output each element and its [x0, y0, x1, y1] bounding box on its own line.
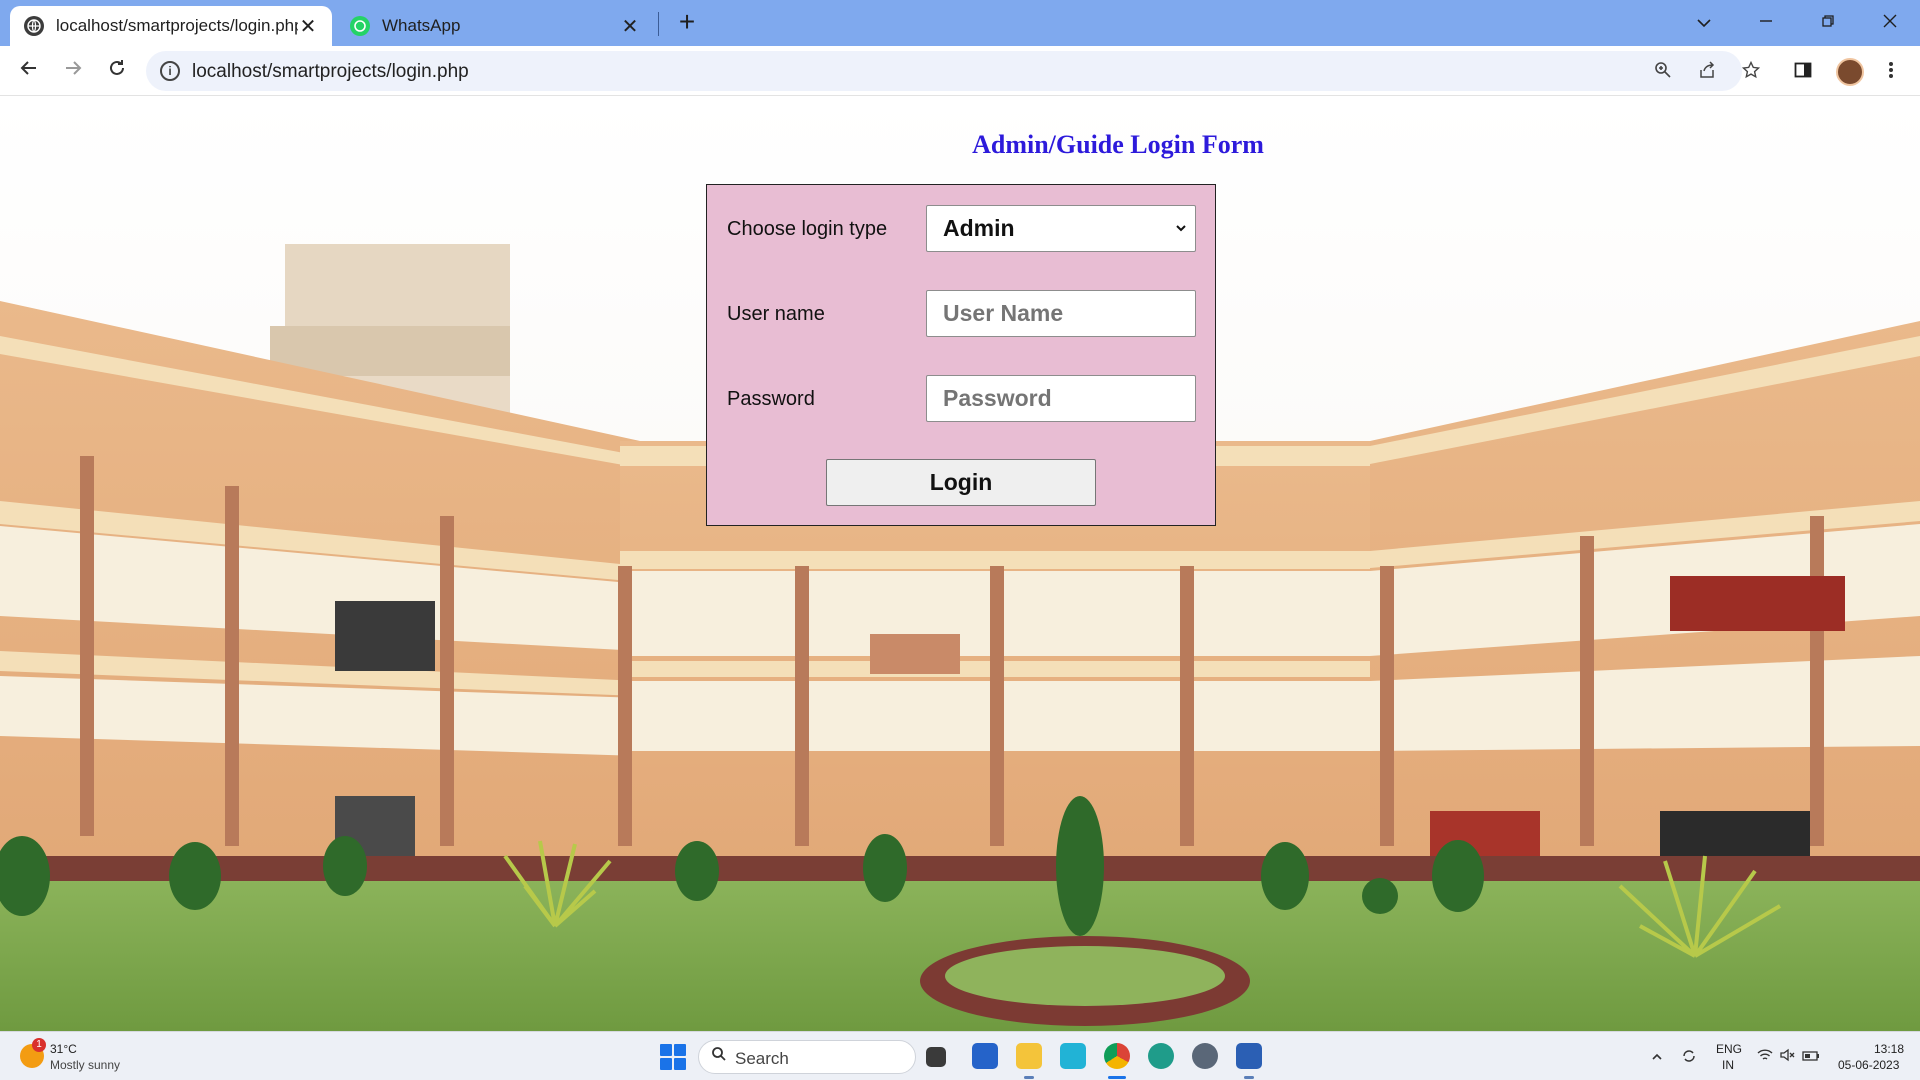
tab-title: localhost/smartprojects/login.php: [56, 16, 298, 35]
word-icon[interactable]: [1236, 1043, 1262, 1069]
folder-icon[interactable]: [1016, 1043, 1042, 1069]
restore-icon[interactable]: [1808, 6, 1848, 38]
running-indicator: [1024, 1076, 1034, 1079]
taskbar: 1 31°C Mostly sunny Search ENG IN 13:18 …: [0, 1031, 1920, 1080]
username-input[interactable]: User Name: [926, 290, 1196, 337]
reload-icon[interactable]: [102, 56, 132, 86]
login-type-select[interactable]: Admin: [926, 205, 1196, 252]
arrow-right-icon[interactable]: [58, 56, 88, 86]
windows-start-icon[interactable]: [660, 1044, 686, 1070]
close-tab-icon[interactable]: ✕: [298, 14, 318, 39]
login-type-value: Admin: [943, 215, 1015, 241]
browser-tab-bar: localhost/smartprojects/login.php ✕ What…: [0, 0, 1920, 46]
password-label: Password: [727, 388, 815, 410]
tab-title: WhatsApp: [382, 16, 461, 35]
globe-icon: [24, 16, 44, 36]
chevron-up-icon[interactable]: [1648, 1048, 1666, 1066]
tab-separator: [658, 12, 659, 36]
new-tab-button[interactable]: +: [672, 8, 702, 38]
avatar[interactable]: [1836, 58, 1864, 86]
login-button[interactable]: Login: [826, 459, 1096, 506]
close-tab-icon[interactable]: ✕: [620, 14, 640, 39]
zoom-icon[interactable]: [1652, 61, 1674, 83]
language-line2[interactable]: IN: [1722, 1058, 1734, 1072]
speaker-muted-icon[interactable]: [1778, 1048, 1796, 1066]
username-label: User name: [727, 303, 825, 325]
chrome-icon[interactable]: [1104, 1043, 1130, 1069]
login-type-label: Choose login type: [727, 218, 888, 240]
close-window-icon[interactable]: [1870, 6, 1910, 38]
password-input[interactable]: Password: [926, 375, 1196, 422]
minimize-icon[interactable]: [1746, 6, 1786, 38]
sync-icon[interactable]: [1680, 1048, 1698, 1066]
page-viewport: Admin/Guide Login Form Choose login type…: [0, 96, 1920, 1031]
file-explorer-icon[interactable]: [926, 1047, 946, 1067]
settings-icon[interactable]: [1192, 1043, 1218, 1069]
url-text[interactable]: localhost/smartprojects/login.php: [192, 61, 469, 83]
photos-icon[interactable]: [1060, 1043, 1086, 1069]
taskbar-search[interactable]: Search: [698, 1040, 916, 1074]
weather-temperature[interactable]: 31°C: [50, 1042, 77, 1056]
clock-time[interactable]: 13:18: [1874, 1042, 1904, 1056]
notification-badge: 1: [32, 1038, 46, 1052]
running-indicator: [1108, 1076, 1126, 1079]
edge-icon[interactable]: [1148, 1043, 1174, 1069]
store-icon[interactable]: [972, 1043, 998, 1069]
weather-description[interactable]: Mostly sunny: [50, 1058, 120, 1072]
tab-search-icon[interactable]: [1684, 6, 1724, 38]
battery-icon[interactable]: [1802, 1048, 1820, 1066]
language-line1[interactable]: ENG: [1716, 1042, 1742, 1056]
star-icon[interactable]: [1740, 60, 1762, 83]
whatsapp-icon: [350, 16, 370, 36]
arrow-left-icon[interactable]: [14, 56, 44, 86]
chevron-down-icon: [1175, 206, 1187, 251]
tab-whatsapp[interactable]: WhatsApp ✕: [336, 6, 654, 46]
kebab-menu-icon[interactable]: [1880, 61, 1902, 83]
running-indicator: [1244, 1076, 1254, 1079]
search-icon: [711, 1046, 727, 1067]
clock-date[interactable]: 05-06-2023: [1838, 1058, 1899, 1072]
search-placeholder: Search: [735, 1049, 789, 1068]
info-icon[interactable]: i: [160, 61, 180, 81]
login-form: Choose login type Admin User name User N…: [706, 184, 1216, 526]
side-panel-icon[interactable]: [1792, 61, 1814, 83]
share-icon[interactable]: [1696, 61, 1718, 83]
wifi-icon[interactable]: [1756, 1048, 1774, 1066]
address-bar[interactable]: i localhost/smartprojects/login.php: [146, 51, 1761, 91]
page-title: Admin/Guide Login Form: [972, 130, 1264, 159]
browser-toolbar: i localhost/smartprojects/login.php: [0, 46, 1920, 96]
tab-login[interactable]: localhost/smartprojects/login.php ✕: [10, 6, 332, 46]
